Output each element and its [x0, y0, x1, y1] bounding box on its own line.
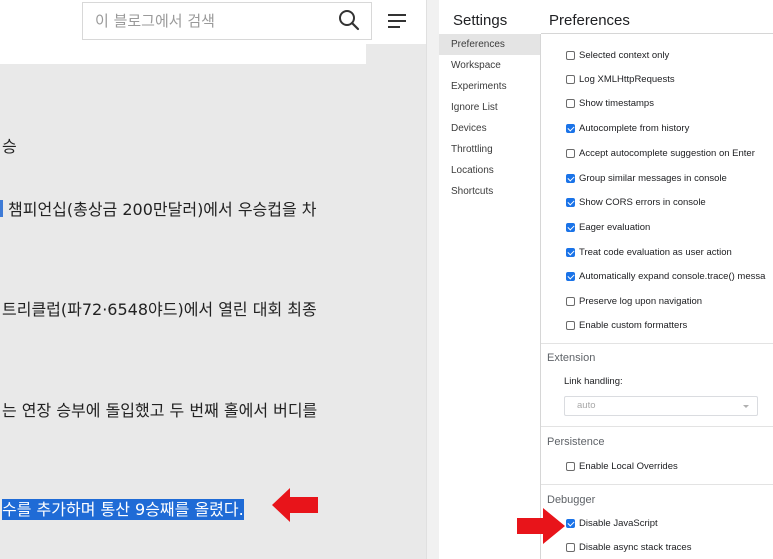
checkbox[interactable] — [566, 149, 575, 158]
section-divider — [541, 484, 773, 485]
selected-text[interactable]: 수를 추가하며 통산 9승째를 올렸다. — [2, 499, 244, 520]
content-top-strip — [0, 44, 366, 64]
checkbox[interactable] — [566, 223, 575, 232]
article-line: 챔피언십(총상금 200만달러)에서 우승컵을 차 — [0, 196, 317, 220]
checkbox[interactable] — [566, 51, 575, 60]
option-accept-autocomplete-enter[interactable]: Accept autocomplete suggestion on Enter — [566, 148, 755, 159]
checkbox[interactable] — [566, 462, 575, 471]
search-box[interactable] — [82, 2, 372, 40]
article-line: 수를 추가하며 통산 9승째를 올렸다. — [2, 496, 244, 520]
chevron-down-icon — [743, 405, 749, 408]
nav-ignore-list[interactable]: Ignore List — [439, 97, 540, 118]
option-disable-async-stack-traces[interactable]: Disable async stack traces — [566, 542, 691, 553]
checkbox[interactable] — [566, 272, 575, 281]
menu-icon[interactable] — [388, 12, 408, 30]
devtools-settings: Settings Preferences Workspace Experimen… — [439, 0, 773, 559]
nav-preferences[interactable]: Preferences — [439, 34, 540, 55]
article-line: 는 연장 승부에 돌입했고 두 번째 홀에서 버디를 — [2, 401, 318, 420]
nav-workspace[interactable]: Workspace — [439, 55, 540, 76]
checkbox[interactable] — [566, 99, 575, 108]
nav-throttling[interactable]: Throttling — [439, 139, 540, 160]
option-disable-javascript[interactable]: Disable JavaScript — [566, 518, 658, 529]
option-autocomplete-history[interactable]: Autocomplete from history — [566, 123, 689, 134]
checkbox[interactable] — [566, 174, 575, 183]
section-title-persistence: Persistence — [547, 436, 605, 448]
option-group-similar-messages[interactable]: Group similar messages in console — [566, 173, 727, 184]
option-treat-code-evaluation[interactable]: Treat code evaluation as user action — [566, 247, 732, 258]
option-expand-console-trace[interactable]: Automatically expand console.trace() mes… — [566, 271, 765, 282]
checkbox[interactable] — [566, 519, 575, 528]
section-title-extension: Extension — [547, 352, 596, 364]
checkbox[interactable] — [566, 297, 575, 306]
option-enable-local-overrides[interactable]: Enable Local Overrides — [566, 461, 678, 472]
checkbox[interactable] — [566, 248, 575, 257]
link-handling-label: Link handling: — [564, 376, 623, 387]
blog-page: 승 챔피언십(총상금 200만달러)에서 우승컵을 차 트리클럽(파72·654… — [0, 0, 426, 559]
preferences-title: Preferences — [549, 12, 630, 29]
option-custom-formatters[interactable]: Enable custom formatters — [566, 320, 687, 331]
section-title-debugger: Debugger — [547, 494, 596, 506]
option-preserve-log[interactable]: Preserve log upon navigation — [566, 296, 702, 307]
search-input[interactable] — [95, 3, 325, 39]
red-arrow-icon — [517, 508, 565, 544]
checkbox[interactable] — [566, 321, 575, 330]
article-line: 승 — [2, 137, 17, 156]
quote-marker — [0, 200, 3, 217]
title-divider — [541, 33, 773, 34]
nav-locations[interactable]: Locations — [439, 160, 540, 181]
section-divider — [541, 343, 773, 344]
link-handling-select[interactable]: auto — [564, 396, 758, 416]
section-divider — [541, 426, 773, 427]
option-eager-evaluation[interactable]: Eager evaluation — [566, 222, 650, 233]
red-arrow-icon — [272, 488, 318, 522]
settings-title: Settings — [453, 12, 508, 29]
nav-devices[interactable]: Devices — [439, 118, 540, 139]
option-show-cors-errors[interactable]: Show CORS errors in console — [566, 197, 706, 208]
option-show-timestamps[interactable]: Show timestamps — [566, 98, 654, 109]
blog-header — [0, 0, 426, 44]
checkbox[interactable] — [566, 198, 575, 207]
option-log-xmlhttprequests[interactable]: Log XMLHttpRequests — [566, 74, 675, 85]
option-selected-context-only[interactable]: Selected context only — [566, 50, 669, 61]
checkbox[interactable] — [566, 543, 575, 552]
nav-experiments[interactable]: Experiments — [439, 76, 540, 97]
checkbox[interactable] — [566, 75, 575, 84]
article-line: 트리클럽(파72·6548야드)에서 열린 대회 최종 — [2, 300, 317, 319]
checkbox[interactable] — [566, 124, 575, 133]
nav-divider — [540, 34, 541, 559]
search-icon[interactable] — [338, 9, 360, 31]
panel-splitter[interactable] — [426, 0, 439, 559]
nav-shortcuts[interactable]: Shortcuts — [439, 181, 540, 202]
